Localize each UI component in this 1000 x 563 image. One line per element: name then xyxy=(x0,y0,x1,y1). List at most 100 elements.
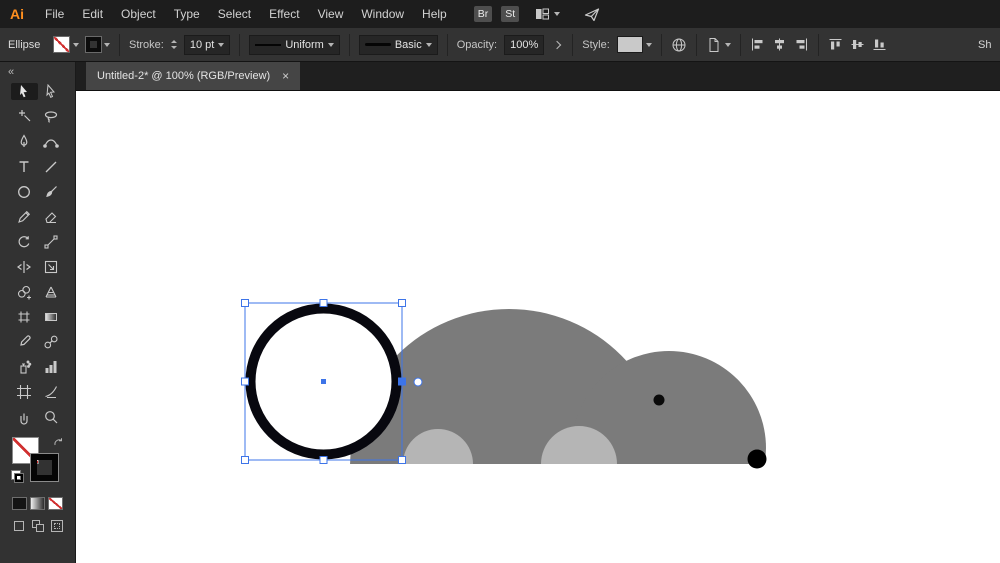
document-setup-button[interactable] xyxy=(671,37,687,53)
style-dropdown[interactable] xyxy=(616,36,652,53)
align-center-h-button[interactable] xyxy=(772,37,787,52)
artwork[interactable] xyxy=(76,91,1000,563)
width-profile-dropdown[interactable]: Uniform xyxy=(249,34,340,55)
zoom-tool[interactable] xyxy=(38,408,65,425)
ellipse-tool[interactable] xyxy=(11,183,38,200)
magic-wand-tool[interactable] xyxy=(11,108,38,125)
selection-handle[interactable] xyxy=(241,299,249,307)
menu-type[interactable]: Type xyxy=(165,0,209,28)
share-button[interactable] xyxy=(584,7,600,22)
mouse-eye-shape[interactable] xyxy=(653,394,665,406)
scale-tool[interactable] xyxy=(38,233,65,250)
draw-inside-button[interactable] xyxy=(50,520,64,532)
brush-dropdown[interactable]: Basic xyxy=(358,34,438,55)
perspective-grid-tool[interactable] xyxy=(38,283,65,300)
gradient-button[interactable] xyxy=(30,497,45,510)
opacity-input[interactable]: 100% xyxy=(504,34,545,55)
symbol-sprayer-icon xyxy=(20,360,32,374)
fill-color-control[interactable] xyxy=(53,36,79,53)
default-fill-stroke-button[interactable] xyxy=(10,470,25,484)
gradient-tool[interactable] xyxy=(38,308,65,325)
selection-handle[interactable] xyxy=(398,456,406,464)
tab-close-icon[interactable]: × xyxy=(282,70,289,82)
curvature-tool[interactable] xyxy=(38,133,65,150)
mesh-tool[interactable] xyxy=(11,308,38,325)
paintbrush-tool[interactable] xyxy=(38,183,65,200)
align-left-button[interactable] xyxy=(750,37,765,52)
fill-none-swatch xyxy=(53,36,70,53)
blend-tool[interactable] xyxy=(38,333,65,350)
eyedropper-tool[interactable] xyxy=(11,333,38,350)
direct-selection-tool[interactable] xyxy=(38,83,65,100)
pen-tool[interactable] xyxy=(11,133,38,150)
zoom-icon xyxy=(45,410,58,423)
selection-handle[interactable] xyxy=(398,299,406,307)
menu-file[interactable]: File xyxy=(36,0,73,28)
mouse-nose-shape[interactable] xyxy=(747,449,767,469)
column-graph-tool[interactable] xyxy=(38,358,65,375)
panel-collapse-button[interactable]: « xyxy=(0,62,75,78)
dropdown-caret-icon xyxy=(645,42,652,47)
canvas[interactable] xyxy=(76,91,1000,563)
draw-normal-button[interactable] xyxy=(12,520,26,532)
eraser-icon xyxy=(45,211,57,223)
stroke-indicator[interactable] xyxy=(30,454,58,481)
stroke-weight-stepper[interactable] xyxy=(170,40,177,49)
rotate-tool[interactable] xyxy=(11,233,38,250)
blend-icon xyxy=(44,335,58,348)
menu-view[interactable]: View xyxy=(309,0,353,28)
stepper-down-icon xyxy=(170,45,177,49)
color-button[interactable] xyxy=(12,497,27,510)
preferences-dropdown[interactable] xyxy=(706,37,731,53)
menu-help[interactable]: Help xyxy=(413,0,456,28)
selection-tool[interactable] xyxy=(10,83,38,100)
align-middle-v-button[interactable] xyxy=(850,37,865,52)
type-tool[interactable] xyxy=(11,158,38,175)
menu-object[interactable]: Object xyxy=(112,0,165,28)
menu-window[interactable]: Window xyxy=(352,0,413,28)
align-top-button[interactable] xyxy=(828,37,843,52)
bridge-button[interactable]: Br xyxy=(473,5,493,23)
divider xyxy=(817,33,819,56)
free-transform-tool[interactable] xyxy=(38,258,65,275)
stock-button[interactable]: St xyxy=(501,5,520,23)
stroke-weight-input[interactable]: 10 pt xyxy=(183,34,231,55)
opacity-flyout-icon[interactable] xyxy=(553,40,562,49)
app-logo[interactable]: Ai xyxy=(8,6,36,22)
symbol-sprayer-tool[interactable] xyxy=(11,358,38,375)
live-shape-widget[interactable] xyxy=(413,377,423,387)
ellipse-icon xyxy=(18,185,30,198)
dropdown-caret-icon xyxy=(218,42,225,47)
selection-center-point[interactable] xyxy=(321,379,326,384)
artboard-tool[interactable] xyxy=(11,383,38,400)
menu-edit[interactable]: Edit xyxy=(73,0,112,28)
menu-effect[interactable]: Effect xyxy=(260,0,308,28)
slice-tool[interactable] xyxy=(38,383,65,400)
menubar: Ai File Edit Object Type Select Effect V… xyxy=(0,0,1000,28)
line-segment-tool[interactable] xyxy=(38,158,65,175)
selection-handle[interactable] xyxy=(241,456,249,464)
document-tab-title: Untitled-2* @ 100% (RGB/Preview) xyxy=(97,70,271,82)
document-tab[interactable]: Untitled-2* @ 100% (RGB/Preview) × xyxy=(86,62,301,90)
swap-arrows-icon xyxy=(53,438,62,446)
hand-tool[interactable] xyxy=(11,408,38,425)
menu-select[interactable]: Select xyxy=(209,0,260,28)
none-button[interactable] xyxy=(48,497,63,510)
align-bottom-button[interactable] xyxy=(872,37,887,52)
lasso-tool[interactable] xyxy=(38,108,65,125)
swap-fill-stroke-button[interactable] xyxy=(53,437,64,448)
align-right-button[interactable] xyxy=(794,37,809,52)
selection-handle[interactable] xyxy=(319,299,328,307)
stroke-color-control[interactable] xyxy=(86,37,110,52)
shape-builder-tool[interactable] xyxy=(11,283,38,300)
selection-handle[interactable] xyxy=(241,377,249,386)
pencil-tool[interactable] xyxy=(11,208,38,225)
stroke-swatch xyxy=(86,37,101,52)
divider xyxy=(739,33,741,56)
eraser-tool[interactable] xyxy=(38,208,65,225)
selection-handle-active[interactable] xyxy=(398,377,406,386)
draw-behind-button[interactable] xyxy=(31,520,45,532)
selection-handle[interactable] xyxy=(319,456,328,464)
width-tool[interactable] xyxy=(11,258,38,275)
workspace-switcher[interactable] xyxy=(535,7,561,21)
